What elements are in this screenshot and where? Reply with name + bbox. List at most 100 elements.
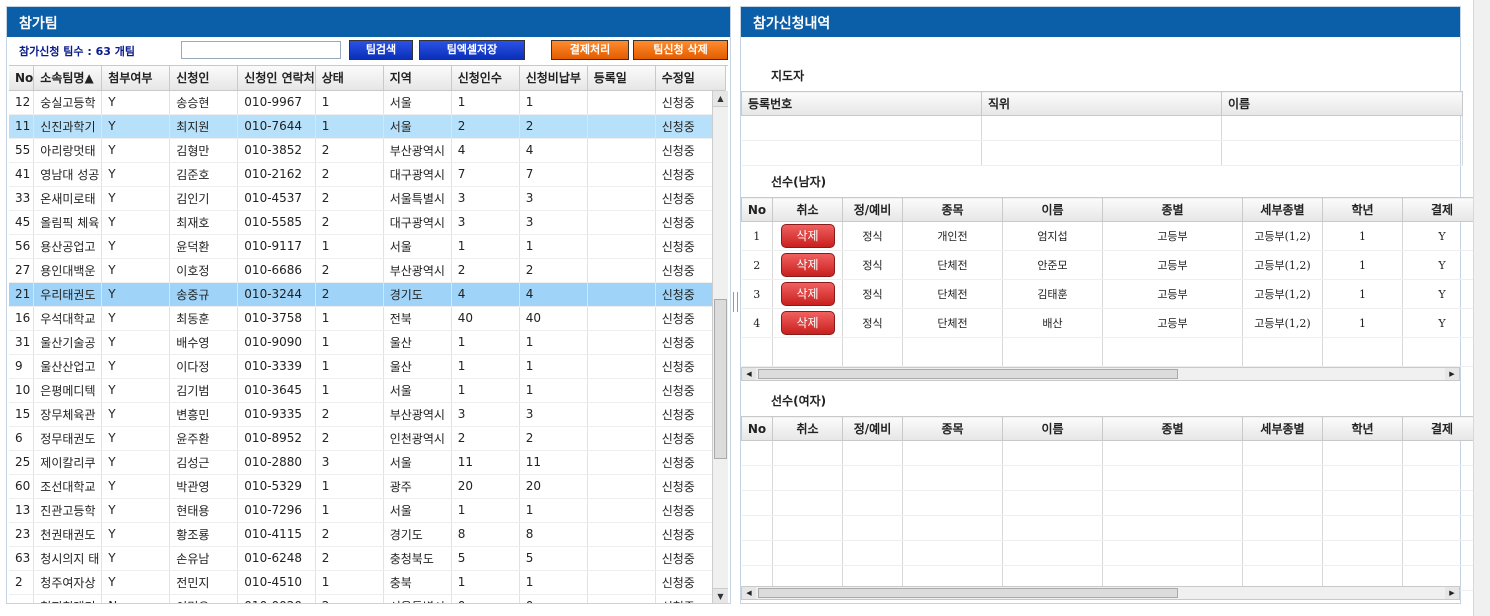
table-cell: 4 bbox=[519, 282, 588, 307]
table-cell: 010-4537 bbox=[237, 186, 316, 211]
column-header[interactable]: 소속팀명▲ bbox=[33, 66, 103, 91]
table-row[interactable]: 56 용산공업고 Y 윤덕환 010-9117 1 서울 1 1 신청중 bbox=[9, 234, 726, 259]
table-cell: Y bbox=[101, 426, 171, 451]
row-number: 2 bbox=[741, 250, 773, 280]
team-grid-vertical-scrollbar[interactable]: ▲ ▼ bbox=[712, 91, 728, 603]
delete-button[interactable]: 삭제 bbox=[780, 282, 835, 306]
table-cell: 최지원 bbox=[169, 114, 239, 139]
table-cell bbox=[1322, 440, 1403, 466]
table-cell: Y bbox=[101, 90, 171, 115]
table-cell: 1 bbox=[315, 306, 384, 331]
delete-button[interactable]: 삭제 bbox=[780, 224, 835, 248]
table-row[interactable]: 10 은평메디텍 Y 김기범 010-3645 1 서울 1 1 신청중 bbox=[9, 378, 726, 403]
table-row[interactable]: 27 용인대백운 Y 이호정 010-6686 2 부산광역시 2 2 신청중 bbox=[9, 258, 726, 283]
column-header[interactable]: No bbox=[9, 66, 35, 91]
table-cell bbox=[587, 282, 656, 307]
table-cell: 전북 bbox=[383, 306, 452, 331]
table-cell: 전민지 bbox=[169, 570, 239, 595]
table-cell: Y bbox=[101, 162, 171, 187]
scroll-left-icon[interactable]: ◀ bbox=[742, 368, 756, 380]
team-search-button[interactable]: 팀검색 bbox=[349, 40, 413, 60]
table-cell: Y bbox=[101, 570, 171, 595]
table-row[interactable]: 16 우석대학교 Y 최동훈 010-3758 1 전북 40 40 신청중 bbox=[9, 306, 726, 331]
table-row[interactable]: 23 천권태권도 Y 황조룡 010-4115 2 경기도 8 8 신청중 bbox=[9, 522, 726, 547]
scroll-up-icon[interactable]: ▲ bbox=[713, 91, 728, 107]
male-table-horizontal-scrollbar[interactable]: ◀ ▶ bbox=[741, 367, 1460, 381]
delete-button[interactable]: 삭제 bbox=[780, 253, 835, 277]
column-header[interactable]: 지역 bbox=[383, 66, 452, 91]
table-cell: 송승현 bbox=[169, 90, 239, 115]
female-table-horizontal-scrollbar[interactable]: ◀ ▶ bbox=[741, 586, 1460, 600]
table-row[interactable]: 2 청주여자상 Y 전민지 010-4510 1 충북 1 1 신청중 bbox=[9, 570, 726, 595]
team-search-input[interactable] bbox=[181, 41, 341, 59]
scroll-right-icon[interactable]: ▶ bbox=[1445, 368, 1459, 380]
table-cell: 2 bbox=[9, 570, 35, 595]
table-cell: 23 bbox=[9, 522, 35, 547]
column-header[interactable]: 신청인 bbox=[169, 66, 239, 91]
column-header: 이름 bbox=[1002, 197, 1103, 222]
table-cell: 용산공업고 bbox=[33, 234, 103, 259]
payment-process-button[interactable]: 결제처리 bbox=[551, 40, 629, 60]
column-header[interactable]: 첨부여부 bbox=[101, 66, 171, 91]
table-row[interactable]: 41 영남대 성공 Y 김준호 010-2162 2 대구광역시 7 7 신청중 bbox=[9, 162, 726, 187]
table-cell: 0 bbox=[451, 594, 520, 603]
table-cell: Y bbox=[101, 522, 171, 547]
table-cell: 안준모 bbox=[1002, 250, 1103, 280]
page-vertical-scrollbar[interactable] bbox=[1473, 0, 1490, 616]
table-row[interactable]: 12 숭실고등학 Y 송승현 010-9967 1 서울 1 1 신청중 bbox=[9, 90, 726, 115]
panel-splitter[interactable] bbox=[733, 292, 738, 312]
column-header[interactable]: 상태 bbox=[315, 66, 384, 91]
table-row[interactable]: 6 정무태권도 Y 윤주환 010-8952 2 인천광역시 2 2 신청중 bbox=[9, 426, 726, 451]
table-cell: 1 bbox=[315, 114, 384, 139]
table-row[interactable]: 45 올림픽 체육 Y 최재호 010-5585 2 대구광역시 3 3 신청중 bbox=[9, 210, 726, 235]
scroll-left-icon[interactable]: ◀ bbox=[742, 587, 756, 599]
table-cell: Y bbox=[101, 114, 171, 139]
table-cell: 010-7644 bbox=[237, 114, 316, 139]
table-cell bbox=[741, 465, 773, 491]
scroll-right-icon[interactable]: ▶ bbox=[1445, 587, 1459, 599]
table-row[interactable]: 9 울산산업고 Y 이다정 010-3339 1 울산 1 1 신청중 bbox=[9, 354, 726, 379]
table-row[interactable]: 25 제이칼리쿠 Y 김성근 010-2880 3 서울 11 11 신청중 bbox=[9, 450, 726, 475]
column-header[interactable]: 신청비납부 bbox=[519, 66, 588, 91]
table-cell bbox=[9, 594, 35, 603]
team-excel-save-button[interactable]: 팀엑셀저장 bbox=[419, 40, 525, 60]
table-cell: 2 bbox=[315, 594, 384, 603]
table-cell: 010-4510 bbox=[237, 570, 316, 595]
table-cell: 1 bbox=[1322, 221, 1403, 251]
table-row[interactable]: 63 청시의지 태 Y 손유남 010-6248 2 충청북도 5 5 신청중 bbox=[9, 546, 726, 571]
table-row[interactable]: 55 아리랑멋태 Y 김형만 010-3852 2 부산광역시 4 4 신청중 bbox=[9, 138, 726, 163]
table-cell: 부산광역시 bbox=[383, 138, 452, 163]
table-cell: 2 bbox=[315, 162, 384, 187]
table-row[interactable]: 21 우리태권도 Y 송중규 010-3244 2 경기도 4 4 신청중 bbox=[9, 282, 726, 307]
table-cell bbox=[902, 490, 1003, 516]
scroll-thumb[interactable] bbox=[758, 369, 1178, 379]
scroll-down-icon[interactable]: ▼ bbox=[713, 588, 728, 603]
table-row[interactable]: 60 조선대학교 Y 박관영 010-5329 1 광주 20 20 신청중 bbox=[9, 474, 726, 499]
table-cell: 5 bbox=[451, 546, 520, 571]
table-cell: Y bbox=[101, 450, 171, 475]
table-cell: 김성근 bbox=[169, 450, 239, 475]
table-cell: 개인전 bbox=[902, 221, 1003, 251]
table-row[interactable]: 33 온새미로태 Y 김인기 010-4537 2 서울특별시 3 3 신청중 bbox=[9, 186, 726, 211]
table-row[interactable]: 11 신진과학기 Y 최지원 010-7644 1 서울 2 2 신청중 bbox=[9, 114, 726, 139]
table-row[interactable]: 13 진관고등학 Y 현태용 010-7296 1 서울 1 1 신청중 bbox=[9, 498, 726, 523]
scroll-thumb[interactable] bbox=[714, 299, 727, 459]
team-delete-button[interactable]: 팀신청 삭제 bbox=[633, 40, 728, 60]
column-header[interactable]: 신청인 연락처 bbox=[237, 66, 316, 91]
scroll-thumb[interactable] bbox=[758, 588, 1178, 598]
table-cell: 우석대학교 bbox=[33, 306, 103, 331]
table-cell bbox=[1322, 337, 1403, 367]
column-header[interactable]: 신청인수 bbox=[451, 66, 520, 91]
table-cell: 1 bbox=[519, 90, 588, 115]
column-header[interactable]: 수정일 bbox=[655, 66, 726, 91]
delete-button[interactable]: 삭제 bbox=[780, 311, 835, 335]
table-cell: 1 bbox=[519, 498, 588, 523]
table-row[interactable]: 15 장무체육관 Y 변흥민 010-9335 2 부산광역시 3 3 신청중 bbox=[9, 402, 726, 427]
table-row[interactable]: 31 울산기술공 Y 배수영 010-9090 1 울산 1 1 신청중 bbox=[9, 330, 726, 355]
table-row[interactable]: 청지칠래리N이명우010-00202서울특별시00신청중 bbox=[9, 594, 726, 603]
table-cell: Y bbox=[101, 186, 171, 211]
column-header[interactable]: 등록일 bbox=[587, 66, 656, 91]
table-cell: 단체전 bbox=[902, 308, 1003, 338]
table-cell: 1 bbox=[451, 234, 520, 259]
table-cell: 고등부(1,2) bbox=[1242, 250, 1323, 280]
